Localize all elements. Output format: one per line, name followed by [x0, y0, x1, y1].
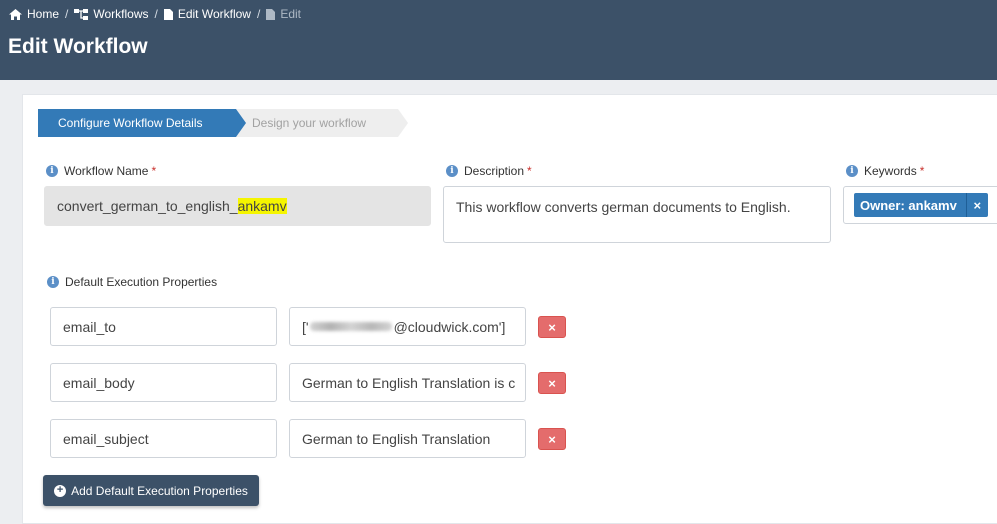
keyword-tag-label: Owner: ankamv [854, 193, 966, 217]
step-label: Configure Workflow Details [58, 116, 203, 130]
file-icon [163, 8, 173, 20]
breadcrumb-workflows[interactable]: Workflows [74, 7, 148, 21]
breadcrumb: Home / Workflows / Edit Workflow / Edit [9, 6, 301, 22]
workflow-name-value: convert_german_to_english_ [57, 198, 238, 214]
property-key-input[interactable]: email_body [50, 363, 277, 402]
property-value-suffix: @cloudwick.com'] [393, 318, 506, 335]
times-icon: × [548, 375, 556, 391]
property-key-input[interactable]: email_to [50, 307, 277, 346]
plus-circle-icon: + [54, 484, 67, 497]
workflow-name-label: i Workflow Name * [46, 164, 156, 178]
description-value: This workflow converts german documents … [456, 199, 791, 215]
info-circle-icon: i [47, 276, 59, 288]
breadcrumb-separator: / [154, 7, 158, 21]
step-label: Design your workflow [252, 116, 367, 130]
breadcrumb-edit-workflow-label: Edit Workflow [177, 7, 251, 21]
property-key-input[interactable]: email_subject [50, 419, 277, 458]
breadcrumb-home-label: Home [27, 7, 60, 21]
property-value: German to English Translation is c [302, 374, 516, 391]
description-label: i Description * [446, 164, 532, 178]
page-title: Edit Workflow [8, 35, 148, 58]
redacted-text [309, 322, 392, 331]
breadcrumb-workflows-label: Workflows [93, 7, 149, 21]
keywords-label: i Keywords * [846, 164, 924, 178]
breadcrumb-home[interactable]: Home [9, 7, 59, 21]
times-icon: × [548, 319, 556, 335]
breadcrumb-separator: / [256, 7, 261, 21]
property-key-value: email_to [63, 318, 116, 335]
required-mark: * [919, 164, 925, 178]
breadcrumb-edit: Edit [266, 7, 301, 21]
keywords-label-text: Keywords [864, 164, 917, 178]
required-mark: * [527, 164, 532, 178]
property-value: German to English Translation [302, 430, 491, 447]
breadcrumb-edit-label: Edit [280, 7, 301, 21]
property-key-value: email_subject [63, 430, 149, 447]
breadcrumb-separator: / [65, 7, 69, 21]
execution-properties-label-text: Default Execution Properties [65, 275, 218, 289]
keyword-tag: Owner: ankamv × [854, 193, 988, 217]
description-textarea[interactable]: This workflow converts german documents … [443, 186, 831, 243]
step-configure-details[interactable]: Configure Workflow Details [38, 109, 246, 137]
property-value-prefix: [' [302, 318, 309, 335]
description-label-text: Description [464, 164, 525, 178]
home-icon [9, 8, 22, 20]
delete-property-button[interactable]: × [538, 372, 566, 394]
keywords-input[interactable]: Owner: ankamv × [843, 186, 997, 224]
delete-property-button[interactable]: × [538, 428, 566, 450]
info-circle-icon: i [46, 165, 58, 177]
page-header: Home / Workflows / Edit Workflow / Edit [0, 0, 997, 80]
keyword-tag-remove-button[interactable]: × [965, 193, 988, 217]
property-key-value: email_body [63, 374, 135, 391]
file-icon [266, 8, 276, 20]
step-design-workflow[interactable]: Design your workflow [226, 109, 408, 137]
property-value-input[interactable]: German to English Translation is c [289, 363, 526, 402]
execution-properties-label: i Default Execution Properties [47, 275, 217, 289]
info-circle-icon: i [446, 165, 458, 177]
times-icon: × [548, 431, 556, 447]
add-execution-property-label: Add Default Execution Properties [71, 483, 248, 498]
info-circle-icon: i [846, 165, 858, 177]
workflow-name-value-highlight: ankamv [237, 198, 287, 214]
property-value-input[interactable]: German to English Translation [289, 419, 526, 458]
delete-property-button[interactable]: × [538, 316, 566, 338]
workflow-name-input[interactable]: convert_german_to_english_ ankamv [44, 186, 431, 226]
required-mark: * [151, 164, 157, 178]
property-value-input[interactable]: [' @cloudwick.com'] [289, 307, 526, 346]
breadcrumb-edit-workflow[interactable]: Edit Workflow [163, 7, 251, 21]
workflow-name-label-text: Workflow Name [64, 164, 149, 178]
add-execution-property-button[interactable]: + Add Default Execution Properties [43, 475, 259, 506]
sitemap-icon [74, 8, 89, 20]
